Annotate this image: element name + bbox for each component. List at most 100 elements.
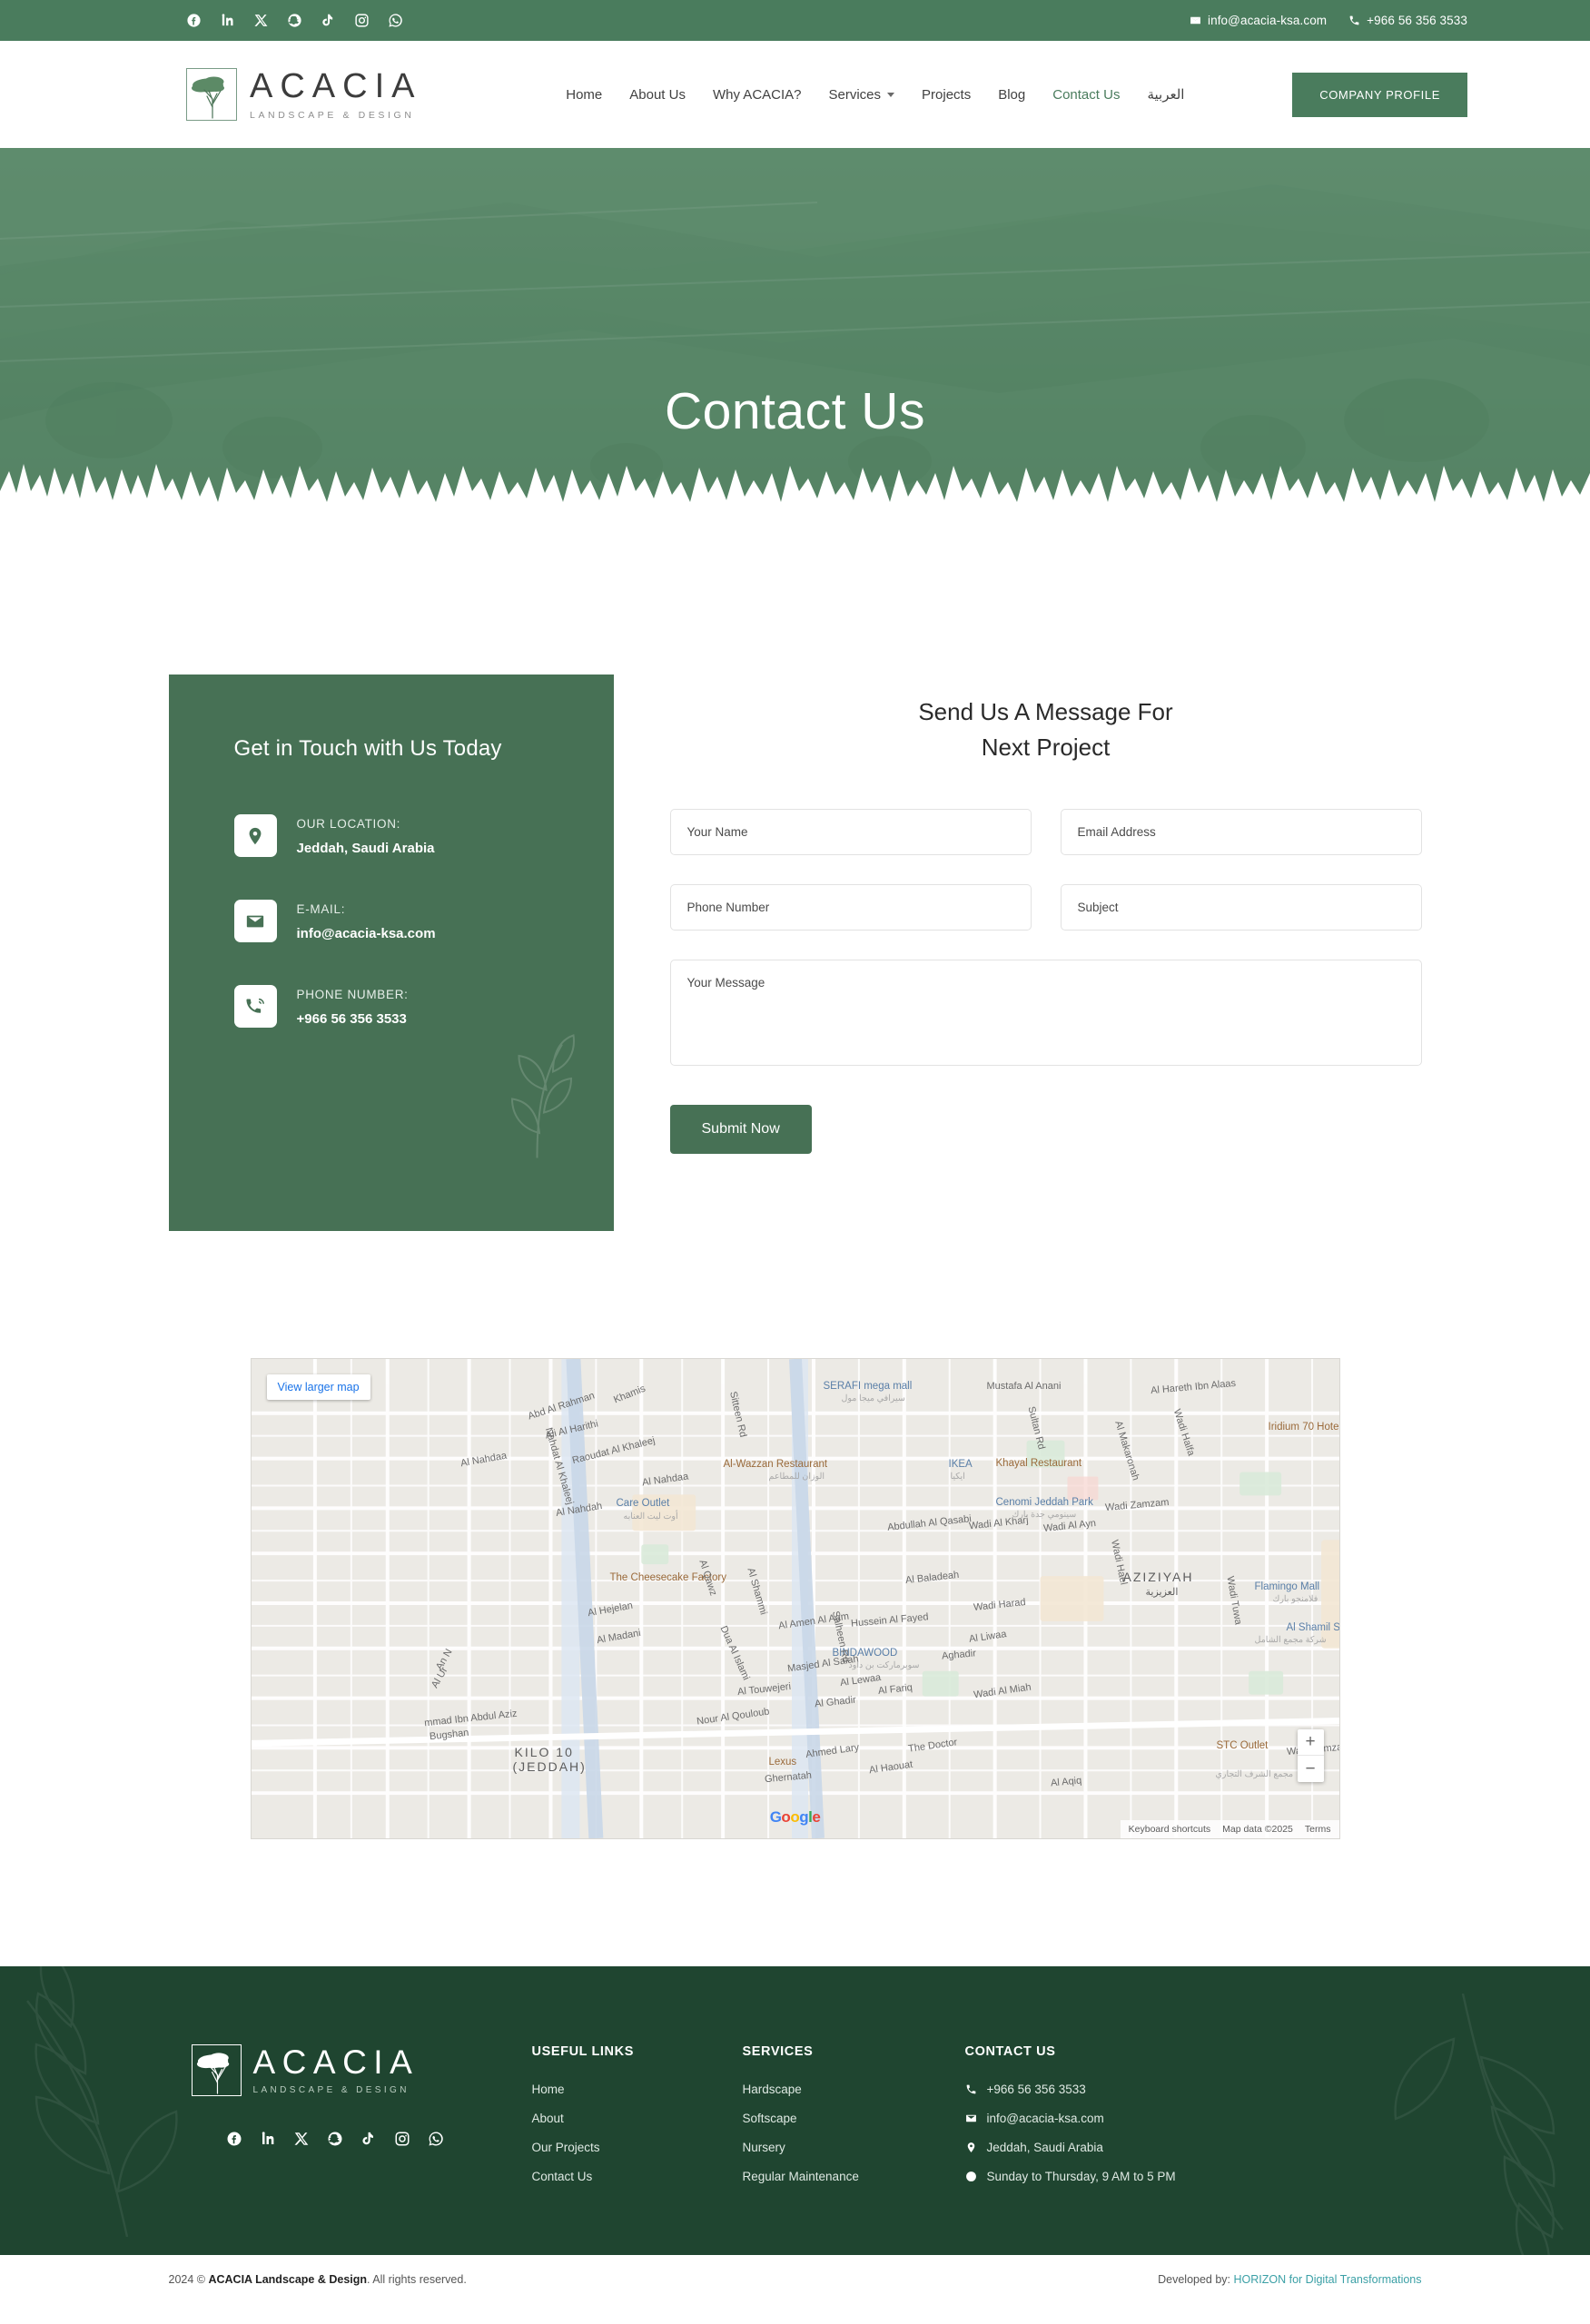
list-item: About [532,2112,743,2125]
list-item: Home [532,2083,743,2096]
top-bar-email-link[interactable]: info@acacia-ksa.com [1190,14,1327,27]
site-header: ACACIA LANDSCAPE & DESIGN Home About Us Wh… [0,41,1590,148]
clock-icon [965,2171,977,2182]
map-zoom-controls: + − [1297,1729,1324,1782]
list-item: Softscape [743,2112,965,2125]
facebook-icon[interactable] [186,13,202,28]
footer-link-label: Softscape [742,2112,797,2125]
company-profile-button[interactable]: COMPANY PROFILE [1292,72,1467,117]
list-item: Nursery [743,2141,965,2154]
linkedin-icon[interactable] [260,2131,276,2147]
footer-logo[interactable]: ACACIA LANDSCAPE & DESIGN [191,2044,532,2096]
form-heading: Send Us A Message For Next Project [670,694,1422,765]
developer-link[interactable]: HORIZON for Digital Transformations [1234,2273,1422,2286]
nav-item-label: Blog [998,86,1026,103]
footer-link[interactable]: Jeddah, Saudi Arabia [965,2141,1265,2154]
copyright-year: 2024 © [168,2273,209,2286]
zoom-out-button[interactable]: − [1298,1756,1324,1782]
nav-item-label: Projects [922,86,972,103]
nav-item-label: About Us [629,86,686,103]
footer-social-links [192,2131,532,2147]
nav-item-blog[interactable]: Blog [998,87,1025,103]
footer-link[interactable]: About [532,2112,743,2125]
facebook-icon[interactable] [226,2131,242,2147]
footer-link[interactable]: info@acacia-ksa.com [965,2112,1265,2125]
google-map[interactable]: Khamis Abd Al Rahman Ali Al Harithi Raoudat… [250,1358,1340,1839]
map-canvas [251,1359,1339,1838]
footer-link-label: Hardscape [742,2083,802,2096]
contact-info-row: OUR LOCATION: Jeddah, Saudi Arabia [233,814,561,857]
list-item: info@acacia-ksa.com [965,2112,1265,2125]
main-navigation: Home About Us Why ACACIA? Services Projects B… [566,86,1184,103]
snapchat-icon[interactable] [287,13,302,28]
message-textarea[interactable] [669,960,1422,1066]
grass-divider [0,455,1590,520]
footer-link[interactable]: Nursery [743,2141,965,2154]
page-title: Contact Us [665,382,925,440]
get-in-touch-heading: Get in Touch with Us Today [233,736,502,761]
linkedin-icon[interactable] [220,13,235,28]
footer-link[interactable]: Contact Us [532,2170,743,2183]
acacia-tree-logo-icon [186,68,237,121]
footer-link[interactable]: Sunday to Thursday, 9 AM to 5 PM [965,2170,1265,2183]
footer-logo-tagline: LANDSCAPE & DESIGN [252,2085,410,2095]
nav-item-[interactable]: العربية [1147,86,1184,103]
contact-info-label: OUR LOCATION: [296,817,401,831]
nav-item-label: العربية [1147,87,1185,103]
footer-link[interactable]: Home [532,2083,743,2096]
list-item: Contact Us [532,2170,743,2183]
nav-item-contact-us[interactable]: Contact Us [1052,87,1120,103]
contact-info-row: PHONE NUMBER: +966 56 356 3533 [233,985,561,1028]
instagram-icon[interactable] [354,13,370,28]
x-icon[interactable] [253,13,269,28]
footer-useful-links-column: USEFUL LINKS Home About Our Projects Contac… [532,2044,743,2199]
nav-item-home[interactable]: Home [566,87,602,103]
zoom-in-button[interactable]: + [1297,1729,1324,1756]
x-icon[interactable] [293,2131,310,2147]
keyboard-shortcuts-link[interactable]: Keyboard shortcuts [1129,1824,1210,1835]
whatsapp-icon[interactable] [428,2131,444,2147]
top-bar-phone-link[interactable]: +966 56 356 3533 [1348,14,1467,27]
tiktok-icon[interactable] [360,2131,377,2147]
instagram-icon[interactable] [394,2131,410,2147]
top-bar-phone-text: +966 56 356 3533 [1367,14,1467,27]
list-item: Jeddah, Saudi Arabia [965,2141,1265,2154]
footer-link-label: Our Projects [531,2141,600,2154]
copyright-bar: 2024 © ACACIA Landscape & Design. All ri… [0,2255,1590,2304]
submit-button[interactable]: Submit Now [669,1105,812,1154]
location-pin-icon [233,814,277,857]
nav-item-why-acacia[interactable]: Why ACACIA? [713,87,802,103]
phone-icon [1348,15,1360,26]
snapchat-icon[interactable] [327,2131,343,2147]
footer-link[interactable]: Softscape [743,2112,965,2125]
view-larger-map-button[interactable]: View larger map [266,1374,370,1400]
top-bar-social-links [186,13,403,28]
contact-info-value: +966 56 356 3533 [296,1011,407,1027]
chevron-down-icon [887,92,895,97]
footer-link-label: Nursery [742,2141,785,2154]
footer-link[interactable]: Regular Maintenance [743,2170,965,2183]
terms-link[interactable]: Terms [1305,1824,1331,1835]
footer-link-label: info@acacia-ksa.com [986,2112,1104,2125]
footer-link[interactable]: +966 56 356 3533 [965,2083,1265,2096]
email-input[interactable] [1060,809,1422,855]
nav-item-services[interactable]: Services [829,87,895,103]
phone-input[interactable] [669,884,1032,931]
form-heading-line2: Next Project [981,734,1111,761]
phone-ring-icon [233,985,277,1028]
whatsapp-icon[interactable] [388,13,403,28]
tiktok-icon[interactable] [321,13,336,28]
footer-link[interactable]: Our Projects [532,2141,743,2154]
nav-item-projects[interactable]: Projects [922,87,971,103]
name-input[interactable] [669,809,1032,855]
site-logo[interactable]: ACACIA LANDSCAPE & DESIGN [186,68,421,121]
footer-link[interactable]: Hardscape [743,2083,965,2096]
form-heading-line1: Send Us A Message For [918,698,1173,725]
list-item: Hardscape [743,2083,965,2096]
contact-form: Send Us A Message For Next Project Submi… [614,675,1422,1154]
phone-icon [965,2083,977,2095]
nav-item-about-us[interactable]: About Us [629,87,686,103]
contact-info-value: Jeddah, Saudi Arabia [296,841,435,856]
subject-input[interactable] [1060,884,1422,931]
footer-brand: ACACIA LANDSCAPE & DESIGN [169,2044,532,2199]
